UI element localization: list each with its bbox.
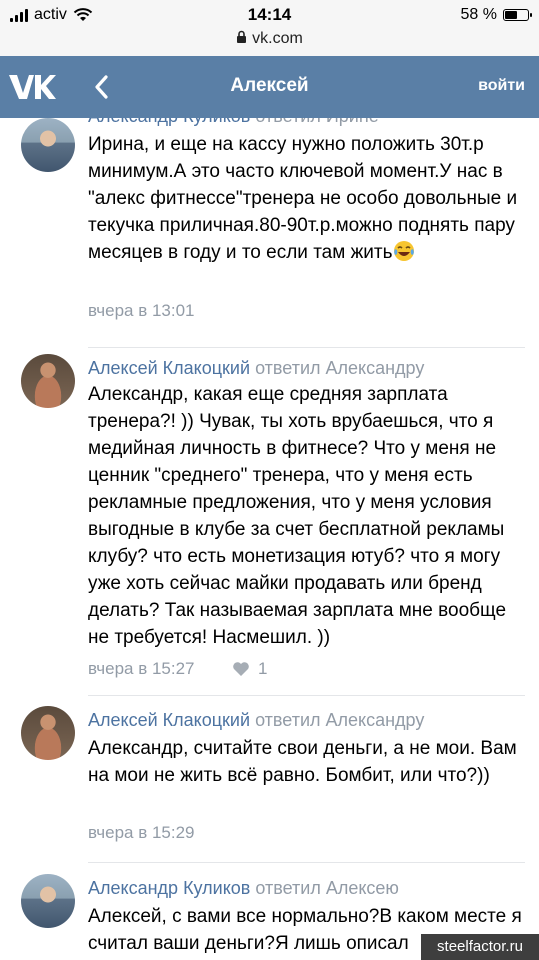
divider [88, 862, 525, 863]
comment-author[interactable]: Александр Куликов [88, 118, 250, 126]
comment-text: Александр, какая еще средняя зарплата тр… [88, 384, 507, 648]
login-button[interactable]: войти [478, 77, 525, 95]
comments-feed[interactable]: Александр Куликов ответил Ирине Ирина, и… [0, 118, 539, 960]
like-count: 1 [258, 659, 268, 678]
divider [88, 695, 525, 696]
battery-icon [503, 9, 532, 21]
lock-icon [237, 30, 247, 43]
comment-author[interactable]: Александр Куликов [88, 878, 250, 898]
avatar[interactable] [21, 118, 75, 172]
like-button[interactable]: 1 [232, 659, 267, 679]
avatar[interactable] [21, 354, 75, 408]
url-text: vk.com [252, 30, 303, 47]
heart-icon [233, 662, 249, 676]
comment: Алексей Клакоцкий ответил Александру Але… [0, 354, 539, 684]
avatar[interactable] [21, 706, 75, 760]
comment-time[interactable]: вчера в 15:27 [88, 659, 195, 679]
clock: 14:14 [247, 5, 292, 24]
reply-to[interactable]: ответил Александру [255, 358, 424, 378]
comment-time[interactable]: вчера в 13:01 [88, 301, 195, 321]
comment-time[interactable]: вчера в 15:29 [88, 823, 195, 843]
url-bar[interactable]: vk.com [0, 30, 539, 56]
divider [88, 347, 525, 348]
avatar[interactable] [21, 874, 75, 928]
comment-author[interactable]: Алексей Клакоцкий [88, 358, 250, 378]
reply-to[interactable]: ответил Ирине [255, 118, 378, 126]
comment: Александр Куликов ответил Ирине Ирина, и… [0, 118, 539, 326]
reply-to[interactable]: ответил Алексею [255, 878, 399, 898]
comment-text: Ирина, и еще на кассу нужно положить 30т… [88, 134, 518, 263]
comment-text: Александр, считайте свои деньги, а не мо… [88, 738, 517, 786]
page-title: Алексей [230, 75, 309, 96]
app-header: Алексей войти [0, 56, 539, 118]
watermark: steelfactor.ru [421, 934, 539, 960]
status-bar: activ 14:14 58 % [0, 0, 539, 30]
reply-to[interactable]: ответил Александру [255, 710, 424, 730]
face-with-tears-of-joy-icon [393, 241, 414, 261]
battery-percent: 58 % [460, 6, 497, 23]
battery-info: 58 % [460, 6, 532, 24]
comment: Алексей Клакоцкий ответил Александру Але… [0, 706, 539, 856]
comment-author[interactable]: Алексей Клакоцкий [88, 710, 250, 730]
